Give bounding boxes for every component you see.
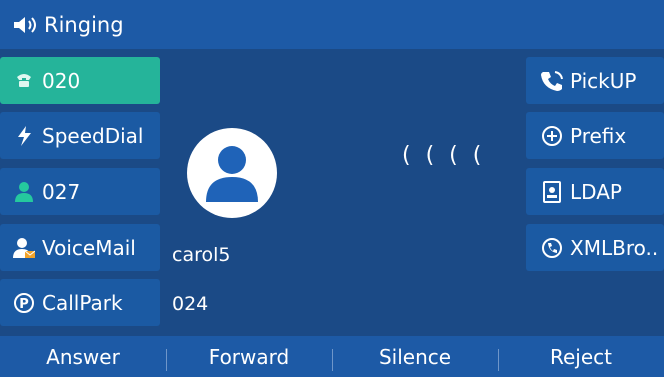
callpark-key[interactable]: P CallPark (0, 279, 160, 326)
status-title: Ringing (44, 12, 124, 37)
forward-softkey[interactable]: Forward (166, 345, 332, 371)
prefix-label: Prefix (570, 123, 627, 148)
reject-softkey[interactable]: Reject (498, 345, 664, 371)
plus-circle-icon (540, 124, 564, 148)
prefix-key[interactable]: Prefix (526, 112, 664, 159)
line-key-label: 020 (42, 68, 81, 93)
line-key-020[interactable]: 020 (0, 57, 160, 104)
person-icon (206, 146, 258, 202)
contact-icon (12, 180, 36, 204)
ringing-indicator: ( ( ( ( (402, 143, 486, 168)
svg-text:P: P (19, 297, 29, 312)
pickup-icon (540, 69, 564, 93)
lightning-icon (12, 124, 36, 148)
phone-icon (12, 69, 36, 93)
caller-avatar (187, 128, 277, 218)
directory-icon (540, 180, 564, 204)
caller-name: carol5 (172, 244, 231, 266)
speeddial-label: SpeedDial (42, 123, 144, 148)
speeddial-key[interactable]: SpeedDial (0, 112, 160, 159)
softkey-bar: Answer Forward Silence Reject (0, 336, 664, 377)
callpark-label: CallPark (42, 290, 123, 315)
pickup-key[interactable]: PickUP (526, 57, 664, 104)
blf-key-027[interactable]: 027 (0, 168, 160, 215)
caller-number: 024 (172, 293, 209, 315)
park-icon: P (12, 291, 36, 315)
browser-icon (540, 236, 564, 260)
speaker-icon (14, 16, 36, 33)
pickup-label: PickUP (570, 68, 637, 93)
voicemail-icon (12, 236, 36, 260)
ldap-label: LDAP (570, 179, 622, 204)
status-bar: Ringing (0, 0, 664, 49)
voicemail-key[interactable]: VoiceMail (0, 224, 160, 271)
call-screen: 020 SpeedDial 027 VoiceMail P CallPark (… (0, 49, 664, 363)
answer-softkey[interactable]: Answer (0, 345, 166, 369)
xmlbrowser-label: XMLBro.. (570, 235, 659, 260)
blf-key-label: 027 (42, 179, 81, 204)
voicemail-label: VoiceMail (42, 235, 136, 260)
silence-softkey[interactable]: Silence (332, 345, 498, 371)
ldap-key[interactable]: LDAP (526, 168, 664, 215)
xmlbrowser-key[interactable]: XMLBro.. (526, 224, 664, 271)
